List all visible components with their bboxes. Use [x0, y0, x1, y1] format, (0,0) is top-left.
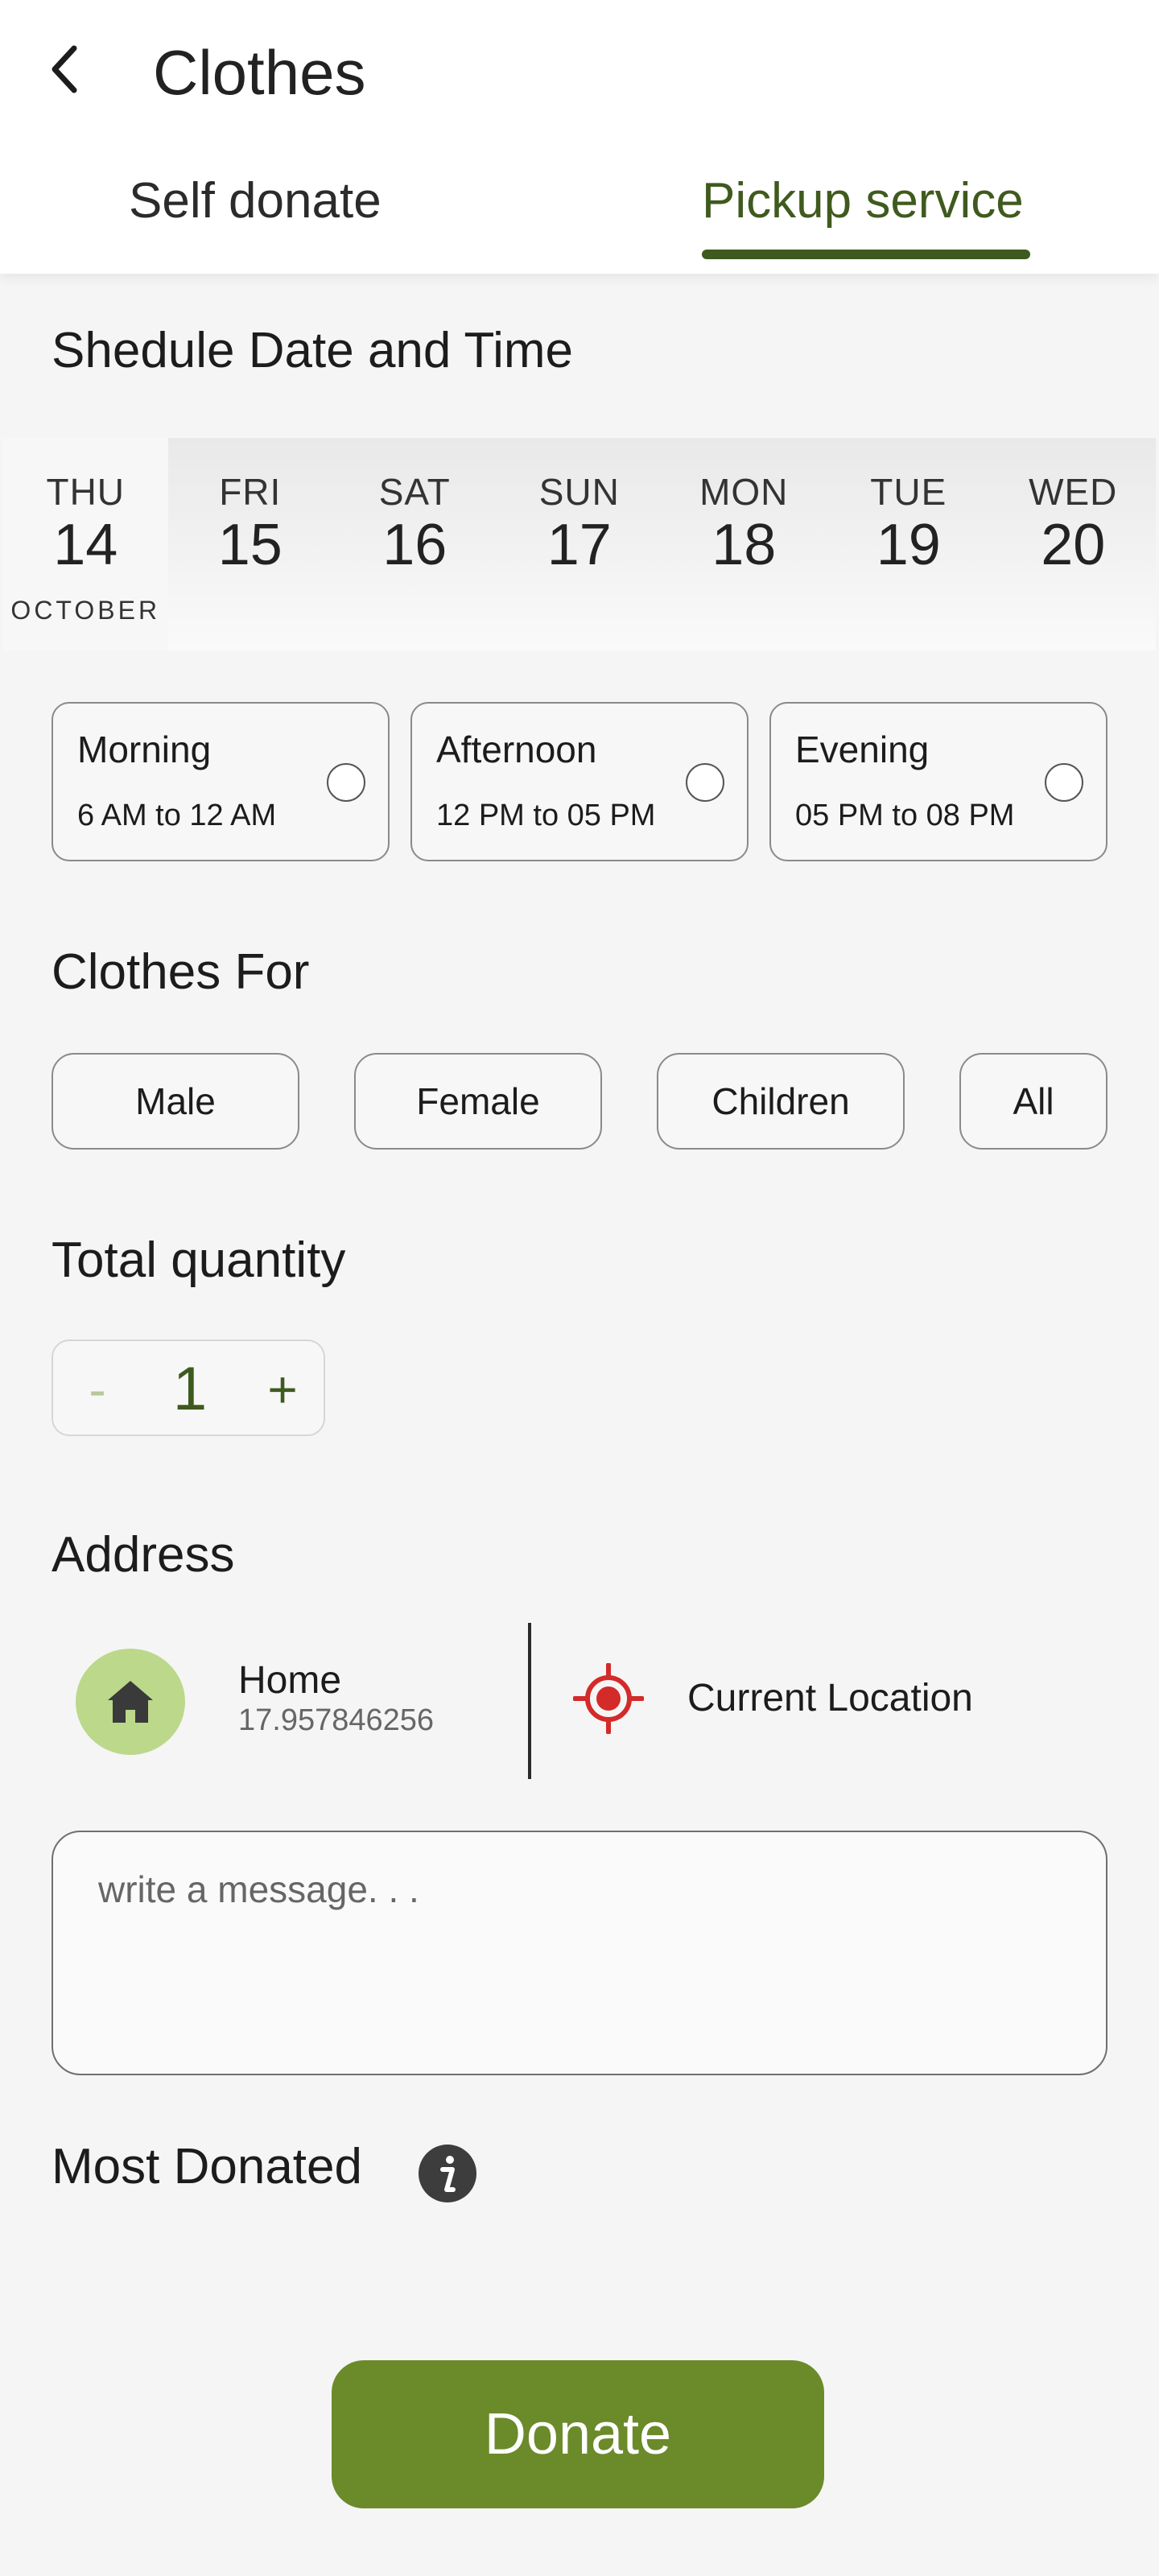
date-number: 17 — [547, 513, 612, 577]
header: Clothes Self donate Pickup service — [0, 0, 1159, 274]
date-day: TUE — [870, 471, 947, 513]
slot-name: Morning — [77, 729, 212, 770]
address-title: Address — [52, 1527, 235, 1583]
active-tab-indicator — [702, 250, 1030, 259]
increment-button[interactable]: + — [254, 1352, 311, 1426]
date-day: FRI — [219, 471, 282, 513]
date-number: 19 — [876, 513, 941, 577]
tab-pickup-service[interactable]: Pickup service — [702, 161, 1024, 242]
slot-time: 05 PM to 08 PM — [795, 799, 1015, 832]
slot-morning[interactable]: Morning 6 AM to 12 AM — [52, 702, 390, 861]
clothes-for-male-button[interactable]: Male — [52, 1053, 299, 1150]
clothes-for-female-button[interactable]: Female — [354, 1053, 602, 1150]
home-coordinates: 17.957846256 — [238, 1703, 435, 1737]
slot-time: 12 PM to 05 PM — [436, 799, 656, 832]
date-day: SAT — [378, 471, 451, 513]
date-option[interactable]: SAT 16 — [332, 438, 497, 650]
quantity-value: 1 — [172, 1355, 208, 1423]
slot-radio[interactable] — [1045, 763, 1083, 802]
date-day: SUN — [538, 471, 620, 513]
slot-afternoon[interactable]: Afternoon 12 PM to 05 PM — [410, 702, 749, 861]
date-option[interactable]: SUN 17 — [497, 438, 662, 650]
target-icon — [573, 1663, 644, 1734]
date-day: WED — [1029, 471, 1118, 513]
slot-name: Evening — [795, 729, 930, 770]
date-day: THU — [46, 471, 126, 513]
date-number: 15 — [217, 513, 283, 577]
most-donated-title: Most Donated — [52, 2139, 362, 2194]
date-number: 18 — [711, 513, 777, 577]
date-strip: THU 14 OCTOBER FRI 15 SAT 16 SUN 17 MON … — [3, 438, 1156, 650]
message-input[interactable] — [52, 1831, 1107, 2075]
decrement-button[interactable]: - — [77, 1352, 118, 1426]
date-number: 14 — [53, 513, 118, 577]
date-option[interactable]: TUE 19 — [827, 438, 992, 650]
donate-button[interactable]: Donate — [332, 2360, 824, 2508]
address-divider — [528, 1623, 531, 1779]
clothes-for-title: Clothes For — [52, 944, 310, 1000]
slot-time: 6 AM to 12 AM — [77, 799, 277, 832]
slot-evening[interactable]: Evening 05 PM to 08 PM — [769, 702, 1107, 861]
page-title: Clothes — [153, 37, 366, 108]
quantity-stepper: - 1 + — [52, 1340, 325, 1436]
date-option[interactable]: MON 18 — [662, 438, 827, 650]
tab-self-donate[interactable]: Self donate — [129, 161, 382, 242]
home-label: Home — [238, 1659, 342, 1702]
home-icon-badge — [76, 1649, 185, 1755]
current-location-option[interactable]: Current Location — [573, 1658, 1056, 1747]
current-location-label: Current Location — [687, 1677, 973, 1719]
info-icon[interactable] — [419, 2145, 476, 2202]
date-option[interactable]: FRI 15 — [168, 438, 333, 650]
slot-radio[interactable] — [686, 763, 724, 802]
clothes-for-all-button[interactable]: All — [959, 1053, 1107, 1150]
chevron-left-icon — [52, 45, 77, 93]
total-quantity-title: Total quantity — [52, 1232, 346, 1288]
back-button[interactable] — [32, 29, 97, 109]
home-icon — [108, 1681, 153, 1723]
clothes-for-children-button[interactable]: Children — [657, 1053, 905, 1150]
slot-radio[interactable] — [327, 763, 365, 802]
date-number: 20 — [1041, 513, 1106, 577]
date-option[interactable]: WED 20 — [991, 438, 1156, 650]
slot-name: Afternoon — [436, 729, 597, 770]
home-address-option[interactable]: Home 17.957846256 — [76, 1647, 526, 1760]
date-option[interactable]: THU 14 OCTOBER — [3, 438, 168, 650]
schedule-title: Shedule Date and Time — [52, 323, 573, 378]
date-number: 16 — [382, 513, 448, 577]
date-month: OCTOBER — [10, 596, 161, 625]
date-day: MON — [699, 471, 789, 513]
